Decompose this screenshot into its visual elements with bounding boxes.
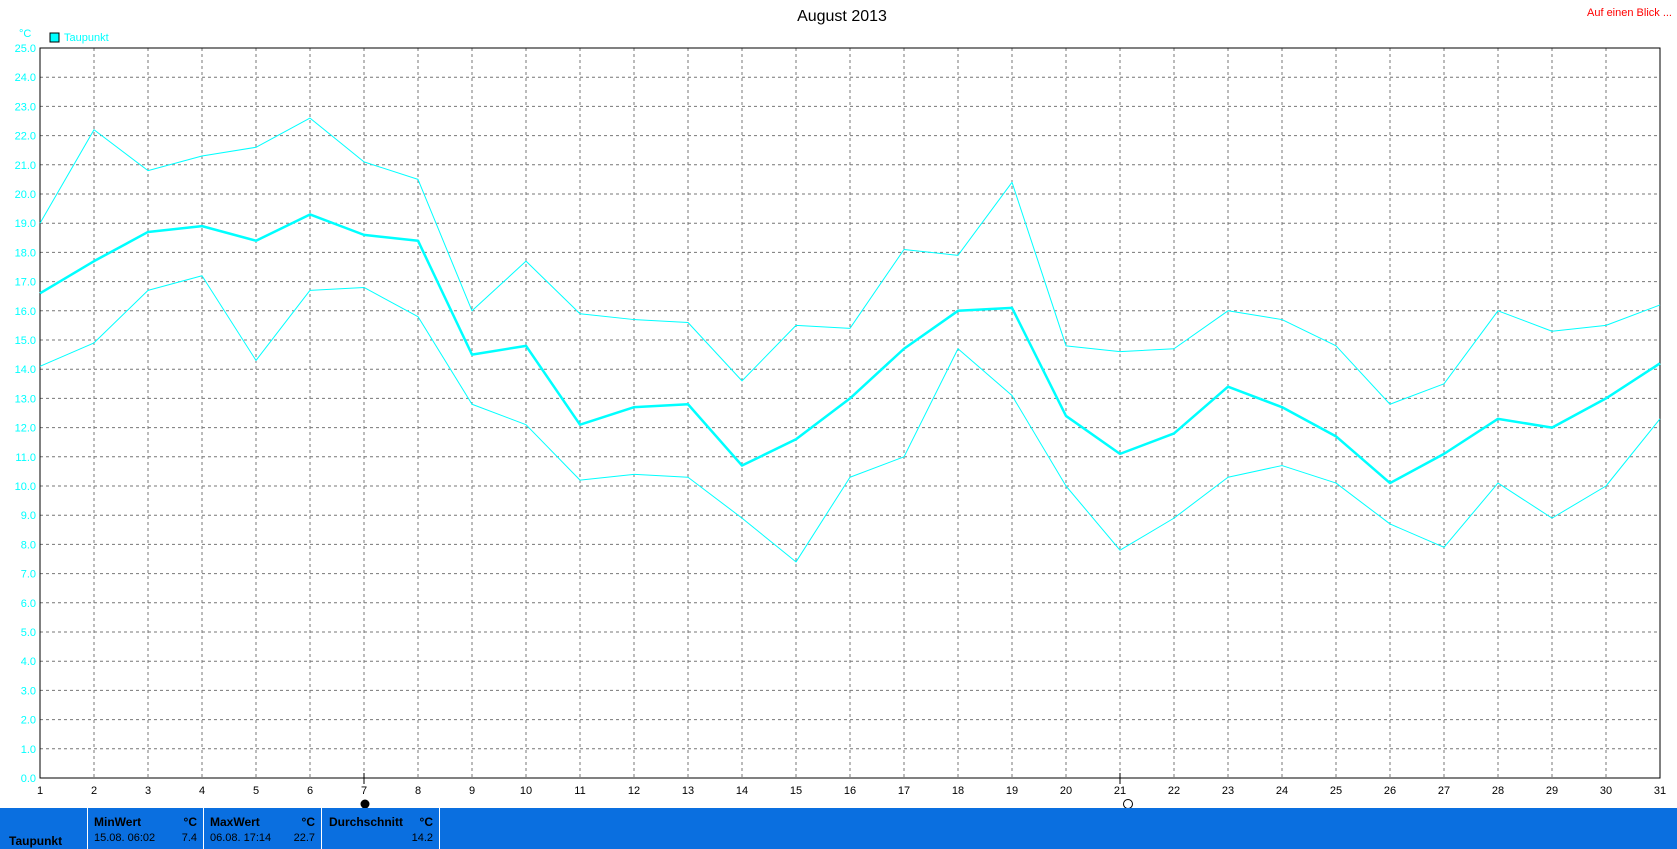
x-tick-label: 7 xyxy=(361,785,367,797)
average-label: Durchschnitt xyxy=(329,815,404,829)
x-tick-label: 31 xyxy=(1654,785,1666,797)
max-value-cell: MaxWert °C 06.08. 17:14 22.7 xyxy=(204,808,322,849)
x-tick-label: 23 xyxy=(1222,785,1234,797)
y-tick-label: 15.0 xyxy=(15,335,36,347)
y-tick-label: 10.0 xyxy=(15,481,36,493)
min-date: 15.08. 06:02 xyxy=(94,832,156,844)
x-tick-label: 13 xyxy=(682,785,694,797)
max-date: 06.08. 17:14 xyxy=(210,832,272,844)
average-unit: °C xyxy=(419,815,433,829)
x-tick-label: 11 xyxy=(574,785,585,797)
y-tick-label: 20.0 xyxy=(15,189,36,201)
overview-link[interactable]: Auf einen Blick ... xyxy=(1587,7,1672,19)
x-tick-label: 20 xyxy=(1060,785,1072,797)
y-tick-label: 16.0 xyxy=(15,306,36,318)
min-value: 7.4 xyxy=(181,832,197,844)
x-tick-label: 5 xyxy=(253,785,259,797)
x-tick-label: 22 xyxy=(1168,785,1180,797)
stats-bar: Taupunkt MinWert °C 15.08. 06:02 7.4 Max… xyxy=(0,808,1677,849)
x-tick-label: 27 xyxy=(1438,785,1450,797)
stats-row-label: Taupunkt xyxy=(9,834,63,848)
y-tick-label: 2.0 xyxy=(21,715,36,727)
x-tick-label: 10 xyxy=(520,785,532,797)
min-unit: °C xyxy=(183,815,197,829)
y-tick-label: 22.0 xyxy=(15,131,36,143)
y-tick-label: 3.0 xyxy=(21,685,36,697)
y-tick-label: 5.0 xyxy=(21,627,36,639)
legend-swatch xyxy=(49,32,60,43)
min-label: MinWert xyxy=(94,815,142,829)
average-value: 14.2 xyxy=(411,832,433,844)
x-tick-label: 30 xyxy=(1600,785,1612,797)
y-tick-label: 24.0 xyxy=(15,72,36,84)
y-tick-label: 4.0 xyxy=(21,656,36,668)
x-tick-label: 2 xyxy=(91,785,97,797)
y-tick-label: 8.0 xyxy=(21,539,36,551)
x-tick-label: 9 xyxy=(469,785,475,797)
y-tick-label: 21.0 xyxy=(15,160,36,172)
x-tick-label: 1 xyxy=(37,785,43,797)
max-unit: °C xyxy=(301,815,315,829)
x-tick-label: 21 xyxy=(1114,785,1126,797)
new-moon-icon xyxy=(360,799,370,808)
x-tick-label: 4 xyxy=(199,785,205,797)
y-tick-label: 7.0 xyxy=(21,569,36,581)
x-tick-label: 16 xyxy=(844,785,856,797)
x-tick-label: 17 xyxy=(898,785,910,797)
y-tick-label: 23.0 xyxy=(15,101,36,113)
min-value-cell: MinWert °C 15.08. 06:02 7.4 xyxy=(88,808,204,849)
x-tick-label: 28 xyxy=(1492,785,1504,797)
y-tick-label: 13.0 xyxy=(15,393,36,405)
y-unit-label: °C xyxy=(19,28,31,40)
chart-title: August 2013 xyxy=(797,8,887,25)
dewpoint-chart: August 2013 Auf einen Blick ... °C Taupu… xyxy=(15,7,1672,808)
x-tick-label: 25 xyxy=(1330,785,1342,797)
y-tick-label: 25.0 xyxy=(15,43,36,55)
x-tick-label: 24 xyxy=(1276,785,1288,797)
x-tick-label: 26 xyxy=(1384,785,1396,797)
x-tick-label: 3 xyxy=(145,785,151,797)
max-label: MaxWert xyxy=(210,815,260,829)
stats-row-label-cell: Taupunkt xyxy=(0,808,88,849)
x-tick-label: 19 xyxy=(1006,785,1018,797)
y-tick-label: 19.0 xyxy=(15,218,36,230)
x-tick-label: 15 xyxy=(790,785,802,797)
y-tick-label: 6.0 xyxy=(21,598,36,610)
legend-label: Taupunkt xyxy=(64,32,109,44)
average-cell: Durchschnitt °C 14.2 xyxy=(322,808,440,849)
y-tick-label: 18.0 xyxy=(15,247,36,259)
y-tick-label: 1.0 xyxy=(21,744,36,756)
x-tick-label: 29 xyxy=(1546,785,1558,797)
y-tick-label: 11.0 xyxy=(15,452,36,464)
max-value: 22.7 xyxy=(293,832,315,844)
full-moon-icon xyxy=(1123,799,1133,808)
x-tick-label: 12 xyxy=(628,785,640,797)
y-tick-label: 17.0 xyxy=(15,277,36,289)
y-tick-label: 14.0 xyxy=(15,364,36,376)
legend: Taupunkt xyxy=(49,32,109,44)
x-tick-label: 14 xyxy=(736,785,748,797)
x-tick-label: 18 xyxy=(952,785,964,797)
y-tick-label: 9.0 xyxy=(21,510,36,522)
x-tick-label: 8 xyxy=(415,785,421,797)
x-tick-label: 6 xyxy=(307,785,313,797)
y-tick-label: 12.0 xyxy=(15,423,36,435)
y-tick-label: 0.0 xyxy=(21,773,36,785)
